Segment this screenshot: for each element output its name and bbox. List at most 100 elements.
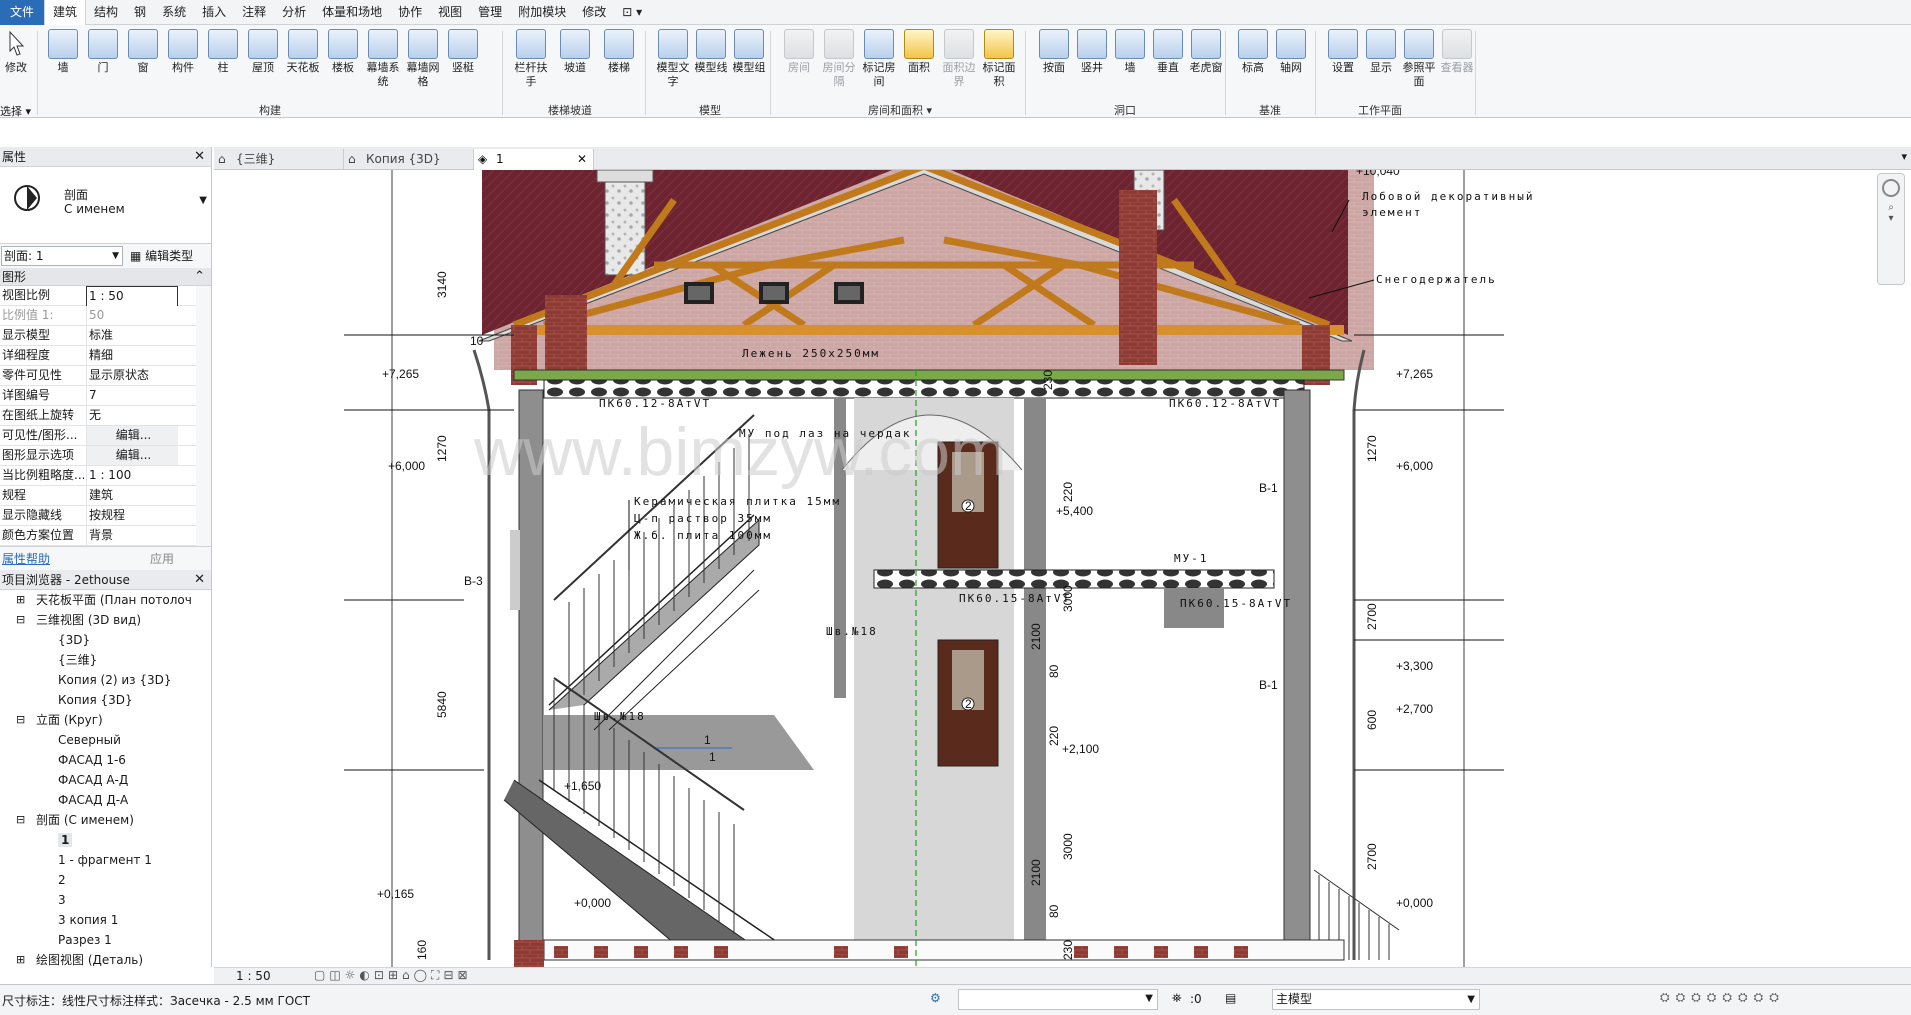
property-value[interactable]: 建筑 <box>86 486 178 505</box>
stair-button[interactable]: 楼梯 <box>598 29 640 75</box>
filter-icon[interactable]: ⛯ <box>1172 991 1182 1006</box>
tab-copy-3d[interactable]: ⌂ Копия {3D} <box>344 149 474 170</box>
tag-area-button[interactable]: 标记面积 <box>978 29 1020 89</box>
property-row[interactable]: 比例值 1: 50 <box>0 306 196 326</box>
menu-tab-0[interactable]: 文件 <box>0 0 45 25</box>
menu-tab-4[interactable]: 系统 <box>154 0 194 25</box>
view-control-icons[interactable]: ▢◫☼◐⊡⊞⌂◯⛶⊟⊠ <box>314 968 472 983</box>
wall-opening-button[interactable]: 墙 <box>1109 29 1151 75</box>
menu-tab-14[interactable]: ⊡ ▾ <box>614 0 650 25</box>
ref-plane-button[interactable]: 参照平面 <box>1398 29 1440 89</box>
collapse-icon[interactable]: ⌃ <box>194 268 205 286</box>
property-row[interactable]: 详图编号 7 <box>0 386 196 406</box>
tree-item[interactable]: ФАСАД Д-А <box>0 790 211 810</box>
tree-item[interactable]: {3D} <box>0 630 211 650</box>
model-text-button[interactable]: 模型文字 <box>652 29 694 89</box>
curtain-system-button[interactable]: 幕墙系统 <box>362 29 404 89</box>
menu-tab-13[interactable]: 修改 <box>574 0 614 25</box>
collapse-icon[interactable]: ⊟ <box>16 610 25 630</box>
instance-selector[interactable]: 剖面: 1 ▼ <box>1 246 123 266</box>
property-row[interactable]: 颜色方案位置 背景 <box>0 526 196 546</box>
tree-item[interactable]: Северный <box>0 730 211 750</box>
tree-item[interactable]: ФАСАД А-Д <box>0 770 211 790</box>
shaft-button[interactable]: 竖井 <box>1071 29 1113 75</box>
property-row[interactable]: 规程 建筑 <box>0 486 196 506</box>
collapse-icon[interactable]: ⊟ <box>16 710 25 730</box>
set-button[interactable]: 设置 <box>1322 29 1364 75</box>
mullion-button[interactable]: 竖梃 <box>442 29 484 75</box>
property-value[interactable]: 标准 <box>86 326 178 345</box>
menu-tab-10[interactable]: 视图 <box>430 0 470 25</box>
property-value[interactable]: 编辑... <box>86 426 178 445</box>
section-tag[interactable]: 1 <box>704 733 711 747</box>
design-option-selector[interactable]: 主模型 ▼ <box>1272 989 1480 1010</box>
tree-item[interactable]: ⊞ 天花板平面 (План потолоч <box>0 590 211 610</box>
steering-wheel-icon[interactable] <box>1882 179 1900 197</box>
dormer-button[interactable]: 老虎窗 <box>1185 29 1227 75</box>
apply-button[interactable]: 应用 <box>150 550 174 567</box>
close-icon[interactable]: ✕ <box>577 149 587 169</box>
vertical-button[interactable]: 垂直 <box>1147 29 1189 75</box>
ramp-button[interactable]: 坡道 <box>554 29 596 75</box>
model-line-button[interactable]: 模型线 <box>690 29 732 75</box>
property-row[interactable]: 图形显示选项 编辑... <box>0 446 196 466</box>
window-button[interactable]: 窗 <box>122 29 164 75</box>
close-icon[interactable]: ✕ <box>194 570 205 590</box>
property-value[interactable]: 编辑... <box>86 446 178 465</box>
type-selector[interactable]: 剖面 С именем ▼ <box>0 167 211 244</box>
tree-item[interactable]: ⊟ 立面 (Круг) <box>0 710 211 730</box>
column-button[interactable]: 柱 <box>202 29 244 75</box>
level-button[interactable]: 标高 <box>1232 29 1274 75</box>
property-value[interactable]: 7 <box>86 386 178 405</box>
property-row[interactable]: 显示模型 标准 <box>0 326 196 346</box>
zoom-icon[interactable]: ⌕ <box>1878 202 1904 213</box>
property-value[interactable]: 精细 <box>86 346 178 365</box>
model-group-button[interactable]: 模型组 <box>728 29 770 75</box>
menu-tab-12[interactable]: 附加模块 <box>510 0 574 25</box>
property-value[interactable]: 1 : 100 <box>86 466 178 485</box>
view-scale[interactable]: 1 : 50 <box>236 969 271 983</box>
menu-tab-11[interactable]: 管理 <box>470 0 510 25</box>
wall-button[interactable]: 墙 <box>42 29 84 75</box>
zoom-menu-icon[interactable]: ▾ <box>1878 213 1904 224</box>
property-value[interactable]: 按规程 <box>86 506 178 525</box>
property-value[interactable]: 无 <box>86 406 178 425</box>
room-separator-button[interactable]: 房间分隔 <box>818 29 860 89</box>
railing-button[interactable]: 栏杆扶手 <box>510 29 552 89</box>
close-icon[interactable]: ✕ <box>194 147 205 167</box>
tree-item[interactable]: Копия (2) из {3D} <box>0 670 211 690</box>
room-button[interactable]: 房间 <box>778 29 820 75</box>
ceiling-button[interactable]: 天花板 <box>282 29 324 75</box>
area-boundary-button[interactable]: 面积边界 <box>938 29 980 89</box>
tree-item[interactable]: Копия {3D} <box>0 690 211 710</box>
menu-tab-7[interactable]: 分析 <box>274 0 314 25</box>
tree-item[interactable]: 3 копия 1 <box>0 910 211 930</box>
property-row[interactable]: 详细程度 精细 <box>0 346 196 366</box>
menu-tab-5[interactable]: 插入 <box>194 0 234 25</box>
property-row[interactable]: 在图纸上旋转无 <box>0 406 196 426</box>
properties-help-link[interactable]: 属性帮助 <box>2 550 50 567</box>
tree-item[interactable]: ⊞ 绘图视图 (Деталь) <box>0 950 211 970</box>
tree-item[interactable]: 1 - фрагмент 1 <box>0 850 211 870</box>
navigation-bar[interactable]: ⌕ ▾ <box>1877 173 1905 285</box>
tree-item[interactable]: {三维} <box>0 650 211 670</box>
edit-type-button[interactable]: ▦ 编辑类型 <box>130 247 193 264</box>
property-row[interactable]: 零件可见性 显示原状态 <box>0 366 196 386</box>
door-button[interactable]: 门 <box>82 29 124 75</box>
show-button[interactable]: 显示 <box>1360 29 1402 75</box>
collapse-icon[interactable]: ⊟ <box>16 810 25 830</box>
tab-menu-icon[interactable]: ▾ <box>1901 150 1907 163</box>
graphics-section-header[interactable]: 图形 ⌃ <box>0 268 211 286</box>
property-row[interactable]: 可见性/图形... 编辑... <box>0 426 196 446</box>
property-row[interactable]: 显示隐藏线 按规程 <box>0 506 196 526</box>
modify-button[interactable]: 修改 <box>2 29 30 75</box>
property-value[interactable]: 显示原状态 <box>86 366 178 385</box>
tab-section-1[interactable]: ◈ 1 ✕ <box>474 149 594 170</box>
property-value[interactable]: 1 : 50 <box>86 286 178 307</box>
tree-item[interactable]: ⊟ 三维视图 (3D вид) <box>0 610 211 630</box>
tree-item[interactable]: 3 <box>0 890 211 910</box>
menu-tab-3[interactable]: 钢 <box>126 0 154 25</box>
menu-tab-8[interactable]: 体量和场地 <box>314 0 390 25</box>
tab-3d-view[interactable]: ⌂ {三维} <box>214 149 344 170</box>
tree-item[interactable]: 2 <box>0 870 211 890</box>
